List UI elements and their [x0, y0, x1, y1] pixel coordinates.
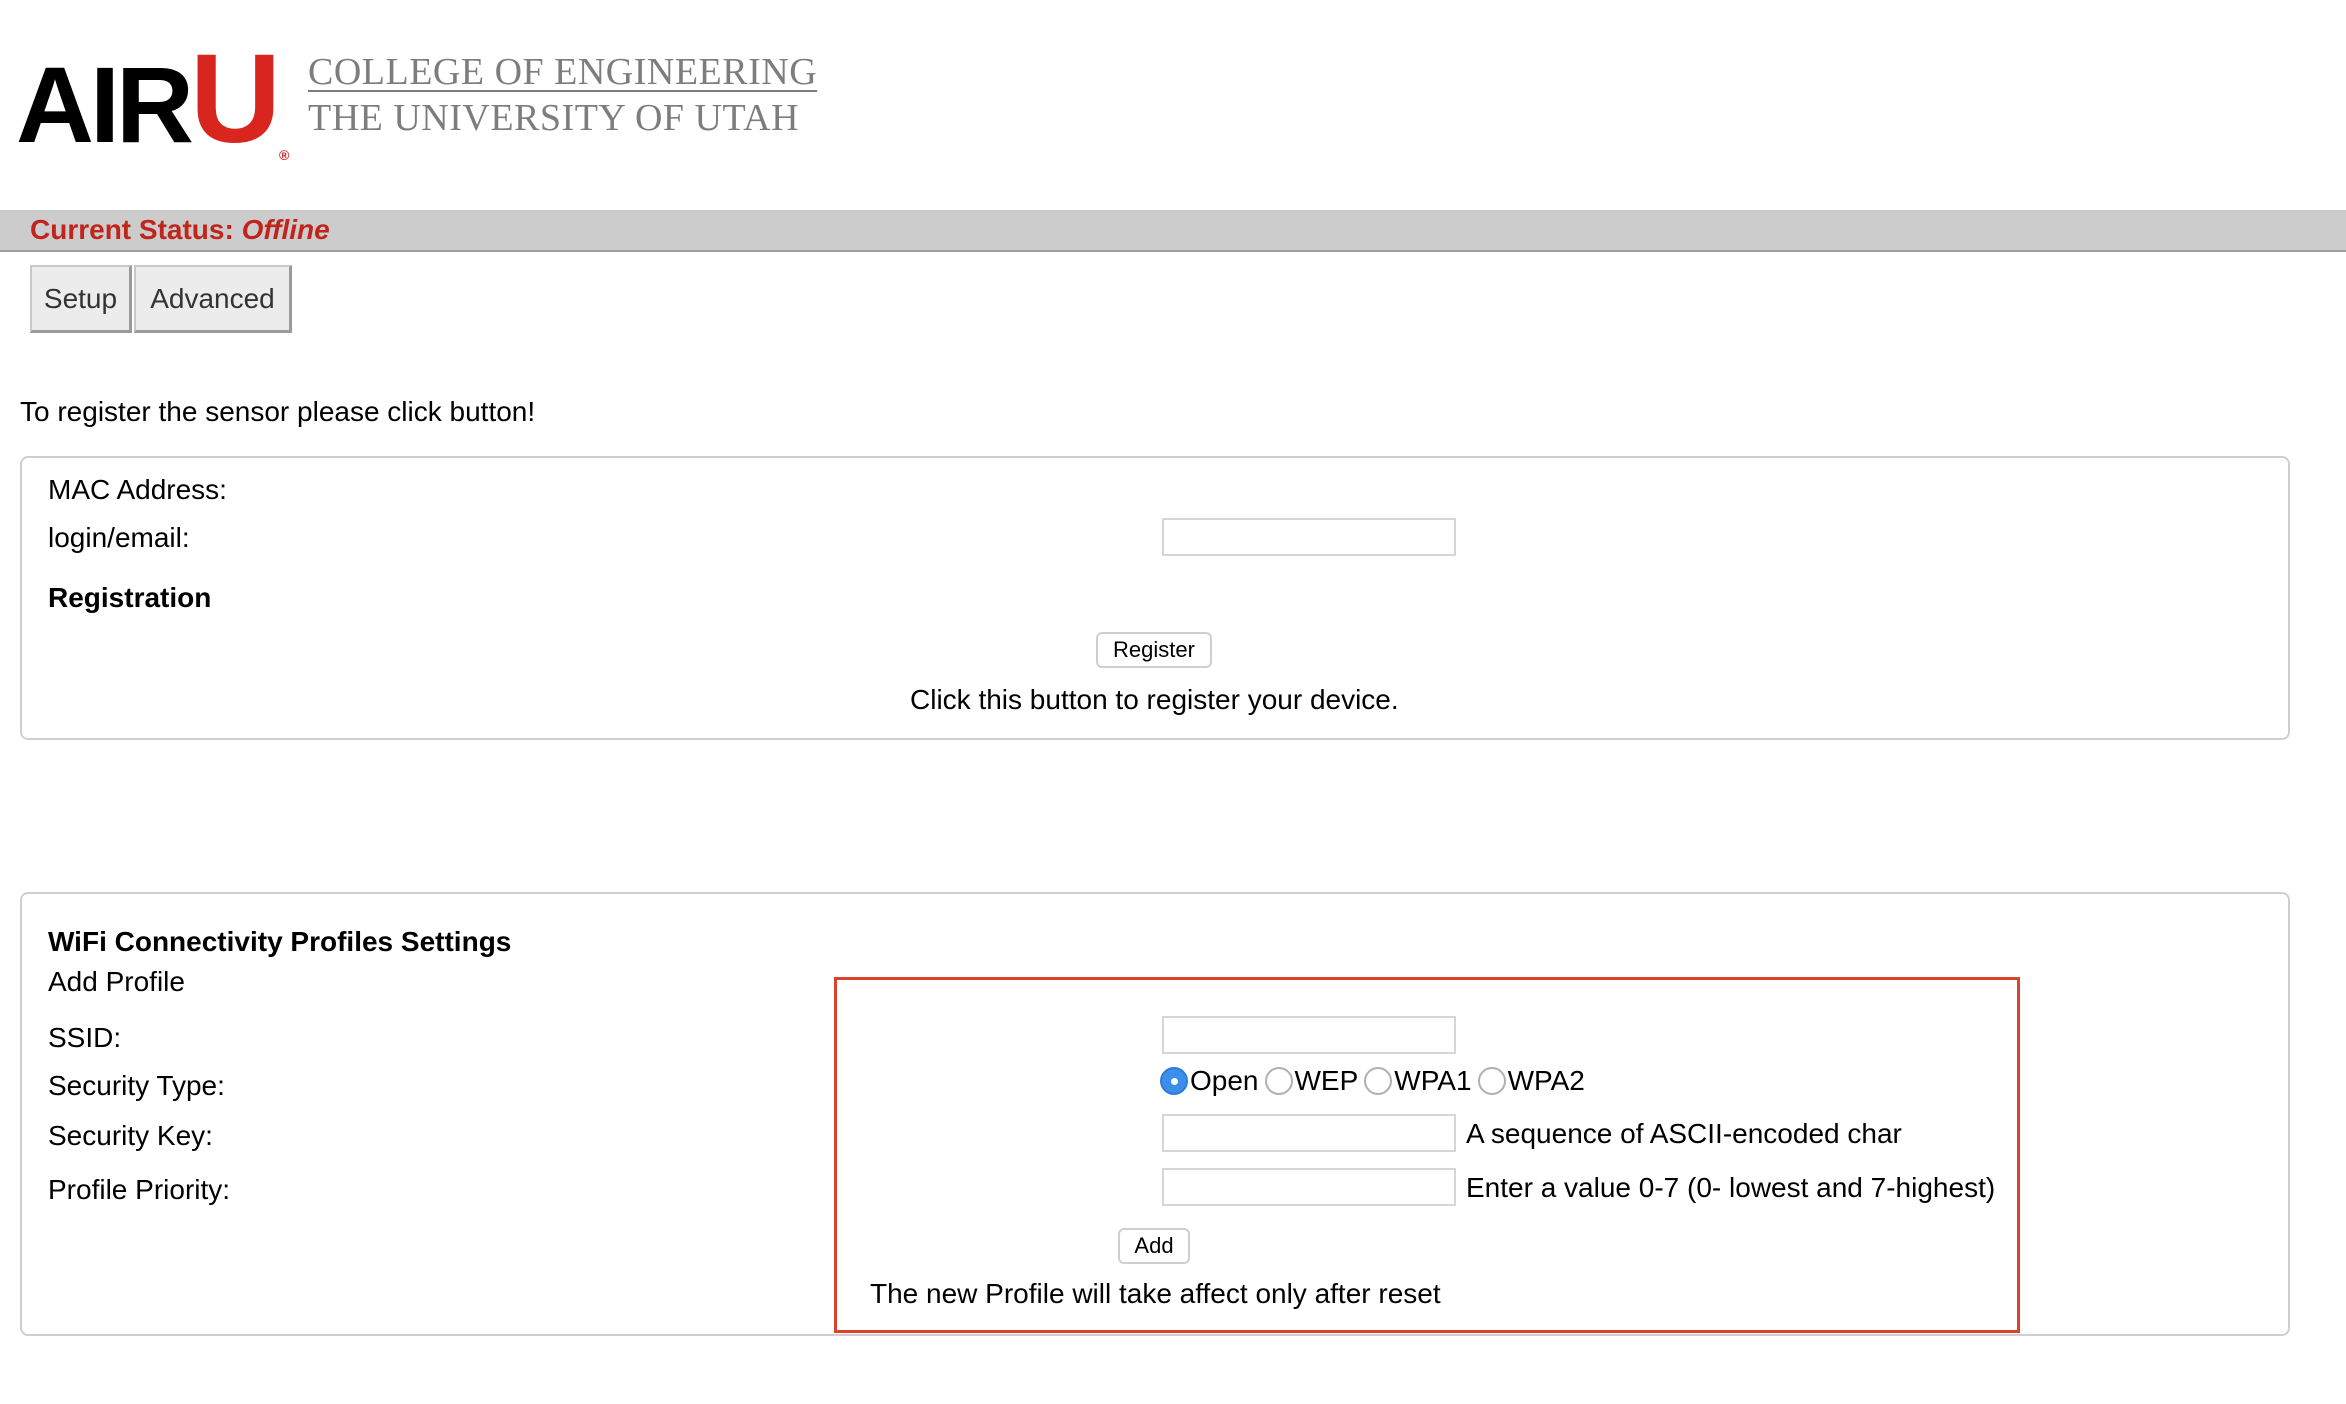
- logo-mark-u: U: [190, 28, 281, 169]
- status-bar: [0, 210, 2346, 252]
- status-label: Current Status:: [30, 214, 242, 245]
- profile-priority-label: Profile Priority:: [48, 1174, 231, 1205]
- tab-advanced[interactable]: Advanced: [134, 265, 292, 333]
- logo-mark-text: AIR: [16, 44, 194, 165]
- login-email-label: login/email:: [48, 522, 190, 553]
- registration-heading: Registration: [48, 582, 212, 613]
- tab-setup[interactable]: Setup: [30, 265, 132, 333]
- mac-address-label: MAC Address:: [48, 474, 227, 505]
- wifi-settings-heading: WiFi Connectivity Profiles Settings: [48, 926, 512, 957]
- register-button[interactable]: Register: [1096, 632, 1212, 668]
- register-intro-text: To register the sensor please click butt…: [20, 396, 536, 427]
- security-type-label: Security Type:: [48, 1070, 225, 1101]
- airu-logo: AIRU ®: [16, 36, 290, 165]
- logo-college-text: COLLEGE OF ENGINEERING: [308, 51, 818, 93]
- logo-registered-mark: ®: [279, 147, 290, 163]
- highlight-box: [834, 977, 2020, 1333]
- add-profile-subheading: Add Profile: [48, 966, 185, 997]
- ssid-label: SSID:: [48, 1022, 122, 1053]
- logo-university-text: THE UNIVERSITY OF UTAH: [308, 97, 800, 139]
- login-email-input[interactable]: [1162, 518, 1456, 556]
- security-key-label: Security Key:: [48, 1120, 213, 1151]
- status-value: Offline: [241, 214, 330, 245]
- current-status: Current Status: Offline: [30, 214, 330, 246]
- register-hint: Click this button to register your devic…: [910, 684, 1399, 715]
